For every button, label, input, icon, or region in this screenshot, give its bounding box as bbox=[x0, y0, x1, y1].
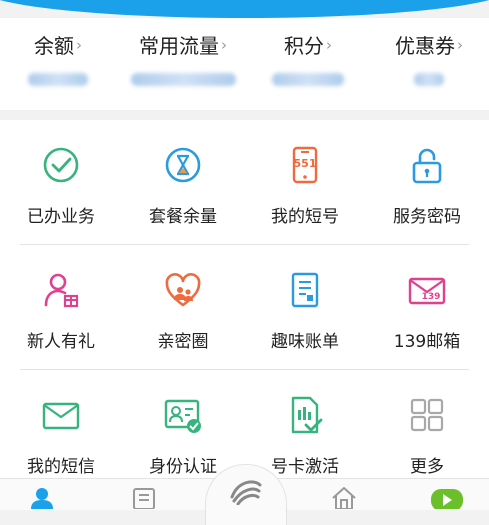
service-row-2: 新人有礼 亲密圈 趣味账单 139 139邮箱 bbox=[0, 245, 489, 370]
service-label: 亲密圈 bbox=[157, 332, 209, 352]
service-label: 更多 bbox=[410, 457, 444, 477]
chevron-right-icon: › bbox=[221, 36, 227, 54]
hourglass-icon bbox=[165, 147, 201, 183]
service-label: 139邮箱 bbox=[393, 332, 461, 352]
tab-service-icon[interactable] bbox=[130, 485, 158, 509]
bill-icon bbox=[291, 272, 319, 308]
check-circle-icon bbox=[43, 147, 79, 183]
service-plan-balance[interactable]: 套餐余量 bbox=[122, 120, 244, 240]
mail-badge-text: 139 bbox=[421, 292, 441, 302]
header-background bbox=[0, 0, 489, 18]
stat-data-usage-value-blurred bbox=[130, 73, 236, 86]
user-gift-icon bbox=[44, 273, 79, 308]
tab-video-icon[interactable] bbox=[430, 485, 464, 509]
service-short-number[interactable]: 551 我的短号 bbox=[244, 120, 366, 240]
service-label: 新人有礼 bbox=[27, 332, 95, 352]
china-mobile-logo-icon bbox=[230, 480, 262, 505]
account-stats-bar: 余额 › 常用流量 › 积分 › 优惠券 › bbox=[0, 18, 489, 110]
service-more[interactable]: 更多 bbox=[366, 370, 488, 490]
stat-data-usage-label: 常用流量 bbox=[139, 34, 219, 58]
service-row-1: 已办业务 套餐余量 551 我的短号 服务密码 bbox=[0, 120, 489, 245]
service-close-circle[interactable]: 亲密圈 bbox=[122, 245, 244, 365]
stat-balance-label: 余额 bbox=[34, 34, 74, 58]
stat-balance-value-blurred bbox=[28, 73, 88, 86]
tab-home-icon[interactable] bbox=[330, 485, 358, 509]
service-label: 我的短信 bbox=[27, 457, 95, 477]
service-label: 服务密码 bbox=[393, 207, 461, 227]
chevron-right-icon: › bbox=[326, 36, 332, 54]
stat-coupons-value-blurred bbox=[414, 73, 444, 86]
stat-coupons-label: 优惠券 bbox=[395, 34, 455, 58]
service-newcomer-gift[interactable]: 新人有礼 bbox=[0, 245, 122, 365]
chevron-right-icon: › bbox=[457, 36, 463, 54]
stat-balance[interactable]: 余额 › bbox=[8, 30, 108, 100]
service-my-sms[interactable]: 我的短信 bbox=[0, 370, 122, 490]
service-completed-business[interactable]: 已办业务 bbox=[0, 120, 122, 240]
id-card-check-icon bbox=[164, 399, 201, 433]
service-label: 趣味账单 bbox=[271, 332, 339, 352]
tab-my-account-icon[interactable] bbox=[28, 485, 56, 509]
lock-icon bbox=[412, 148, 442, 184]
chevron-right-icon: › bbox=[76, 36, 82, 54]
stat-points-label: 积分 bbox=[284, 34, 324, 58]
service-password[interactable]: 服务密码 bbox=[366, 120, 488, 240]
stat-points[interactable]: 积分 › bbox=[258, 30, 358, 100]
service-label: 我的短号 bbox=[271, 207, 339, 227]
grid-more-icon bbox=[410, 398, 444, 432]
service-grid: 已办业务 套餐余量 551 我的短号 服务密码 新人有礼 亲密圈 趣味账单 13… bbox=[0, 120, 489, 480]
heart-people-icon bbox=[165, 273, 201, 307]
service-label: 套餐余量 bbox=[149, 207, 217, 227]
stat-coupons[interactable]: 优惠券 › bbox=[375, 30, 483, 100]
envelope-icon bbox=[42, 402, 80, 430]
phone-badge-text: 551 bbox=[293, 157, 317, 170]
service-label: 已办业务 bbox=[27, 207, 95, 227]
service-139-mail[interactable]: 139 139邮箱 bbox=[366, 245, 488, 365]
stat-points-value-blurred bbox=[272, 73, 344, 86]
sim-card-check-icon bbox=[291, 396, 323, 434]
mail-139-icon bbox=[408, 277, 446, 305]
stat-data-usage[interactable]: 常用流量 › bbox=[118, 30, 248, 100]
service-fun-bill[interactable]: 趣味账单 bbox=[244, 245, 366, 365]
